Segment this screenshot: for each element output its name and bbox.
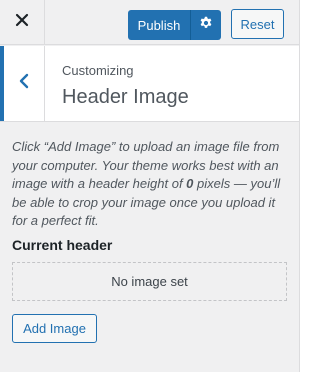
close-button[interactable] bbox=[0, 0, 45, 45]
publish-button-group: Publish bbox=[128, 10, 221, 40]
publish-button[interactable]: Publish bbox=[128, 10, 191, 40]
back-button[interactable] bbox=[0, 46, 45, 121]
no-image-text: No image set bbox=[111, 274, 188, 289]
customizer-header: Publish Reset bbox=[0, 0, 299, 45]
breadcrumb: Customizing bbox=[62, 63, 134, 78]
reset-button[interactable]: Reset bbox=[231, 9, 284, 39]
customizer-panel: Publish Reset Customizing Header Image C… bbox=[0, 0, 300, 372]
publish-settings-button[interactable] bbox=[191, 10, 221, 40]
close-icon bbox=[15, 13, 29, 32]
add-image-button[interactable]: Add Image bbox=[12, 314, 97, 343]
header-image-placeholder: No image set bbox=[12, 262, 287, 301]
current-header-label: Current header bbox=[12, 237, 113, 253]
gear-icon bbox=[199, 16, 213, 35]
section-title: Header Image bbox=[62, 86, 189, 108]
section-header: Customizing Header Image bbox=[0, 46, 299, 122]
header-image-description: Click “Add Image” to upload an image fil… bbox=[12, 138, 292, 231]
chevron-left-icon bbox=[19, 73, 29, 94]
